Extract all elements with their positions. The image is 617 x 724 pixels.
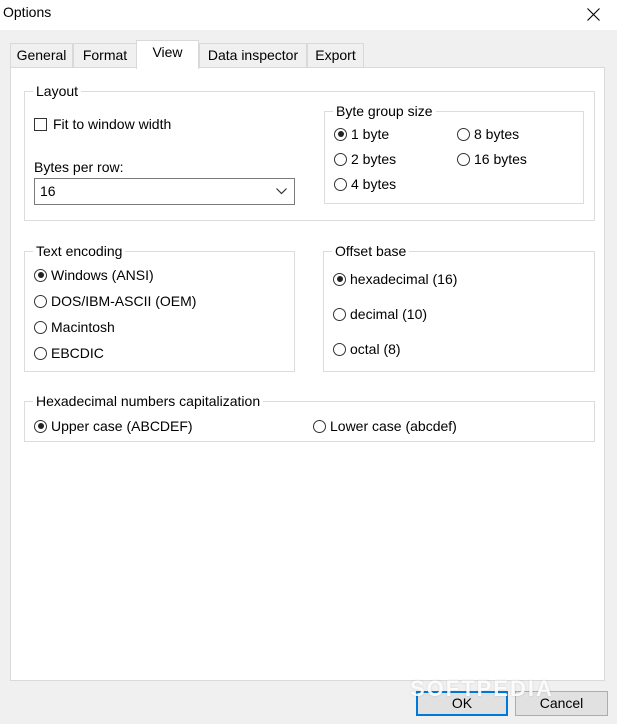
radio-label: 16 bytes — [474, 151, 527, 167]
radio-label: Upper case (ABCDEF) — [51, 418, 193, 434]
title-bar: Options — [0, 0, 617, 30]
offset-base-legend: Offset base — [332, 242, 410, 260]
radio-label: octal (8) — [350, 341, 401, 357]
radio-button — [333, 307, 346, 321]
radio-decimal[interactable]: decimal (10) — [333, 305, 427, 323]
radio-label: 4 bytes — [351, 176, 397, 192]
hex-capitalization-group: Hexadecimal numbers capitalization Upper… — [24, 392, 595, 442]
radio-button — [34, 419, 47, 433]
radio-button — [333, 342, 346, 356]
radio-windows-ansi[interactable]: Windows (ANSI) — [34, 266, 154, 284]
radio-upper-case[interactable]: Upper case (ABCDEF) — [34, 417, 193, 435]
close-icon — [587, 8, 600, 21]
softpedia-watermark: SOFTPEDIA — [410, 676, 554, 701]
radio-16-bytes[interactable]: 16 bytes — [457, 150, 527, 168]
radio-label: 2 bytes — [351, 151, 397, 167]
radio-label: hexadecimal (16) — [350, 271, 458, 287]
radio-label: Windows (ANSI) — [51, 267, 154, 283]
bytes-per-row-label: Bytes per row: — [34, 159, 124, 175]
radio-octal[interactable]: octal (8) — [333, 340, 401, 358]
fit-to-window-checkbox[interactable]: Fit to window width — [34, 116, 171, 132]
radio-label: 1 byte — [351, 126, 390, 142]
radio-lower-case[interactable]: Lower case (abcdef) — [313, 417, 457, 435]
radio-label: Macintosh — [51, 319, 115, 335]
text-encoding-legend: Text encoding — [33, 242, 126, 260]
byte-group-size-group: Byte group size 1 byte 2 bytes 4 bytes 8… — [324, 102, 584, 204]
text-encoding-group: Text encoding Windows (ANSI) DOS/IBM-ASC… — [24, 242, 295, 372]
radio-button — [334, 152, 347, 166]
radio-8-bytes[interactable]: 8 bytes — [457, 125, 519, 143]
view-tab-panel: Layout Fit to window width Bytes per row… — [10, 67, 605, 681]
offset-base-group: Offset base hexadecimal (16) decimal (10… — [323, 242, 595, 372]
tab-view[interactable]: View — [136, 40, 199, 69]
layout-group: Layout Fit to window width Bytes per row… — [24, 82, 595, 221]
radio-label: DOS/IBM-ASCII (OEM) — [51, 293, 197, 309]
radio-button — [313, 419, 326, 433]
hex-capitalization-legend: Hexadecimal numbers capitalization — [33, 392, 264, 410]
byte-group-size-legend: Byte group size — [333, 102, 436, 120]
bytes-per-row-value: 16 — [40, 183, 56, 199]
radio-2-bytes[interactable]: 2 bytes — [334, 150, 396, 168]
radio-button — [333, 272, 346, 286]
fit-to-window-label: Fit to window width — [53, 116, 172, 132]
tab-format[interactable]: Format — [73, 43, 137, 67]
checkbox-box — [34, 117, 47, 131]
tab-general[interactable]: General — [10, 43, 73, 67]
radio-label: decimal (10) — [350, 306, 428, 322]
window-title: Options — [3, 4, 52, 20]
radio-hexadecimal[interactable]: hexadecimal (16) — [333, 270, 457, 288]
radio-button — [34, 320, 47, 334]
radio-dos-oem[interactable]: DOS/IBM-ASCII (OEM) — [34, 292, 196, 310]
radio-button — [457, 127, 470, 141]
radio-button — [457, 152, 470, 166]
radio-button — [334, 177, 347, 191]
radio-4-bytes[interactable]: 4 bytes — [334, 175, 396, 193]
chevron-down-icon — [276, 188, 287, 195]
radio-ebcdic[interactable]: EBCDIC — [34, 344, 104, 362]
radio-button — [334, 127, 347, 141]
layout-legend: Layout — [33, 82, 82, 100]
close-button[interactable] — [571, 0, 617, 30]
radio-label: Lower case (abcdef) — [330, 418, 457, 434]
radio-macintosh[interactable]: Macintosh — [34, 318, 115, 336]
radio-button — [34, 268, 47, 282]
radio-button — [34, 346, 47, 360]
radio-1-byte[interactable]: 1 byte — [334, 125, 389, 143]
bytes-per-row-select[interactable]: 16 — [34, 178, 295, 205]
tab-data-inspector[interactable]: Data inspector — [199, 43, 307, 67]
radio-button — [34, 294, 47, 308]
radio-label: 8 bytes — [474, 126, 520, 142]
radio-label: EBCDIC — [51, 345, 104, 361]
tab-export[interactable]: Export — [307, 43, 364, 67]
